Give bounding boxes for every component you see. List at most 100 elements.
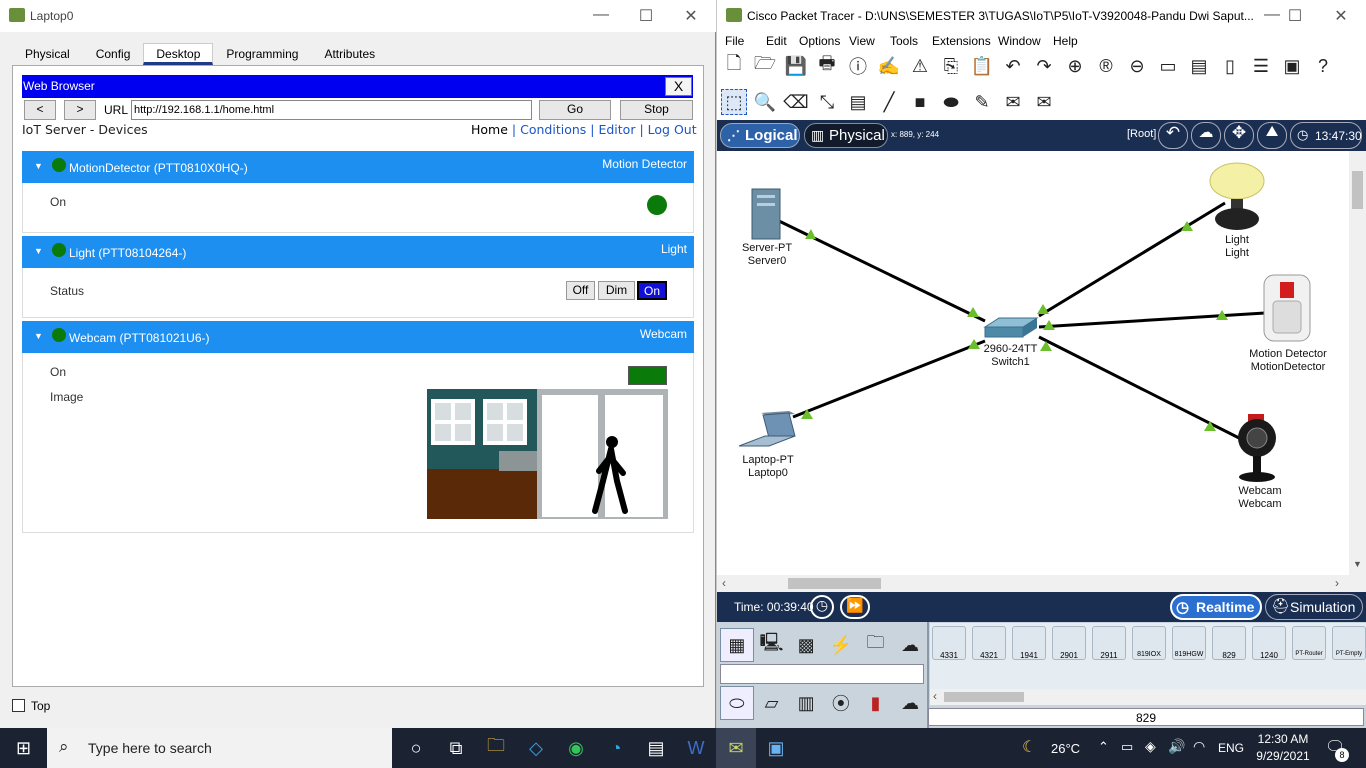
wizard-icon[interactable]: ✍	[876, 53, 902, 79]
zoom-out-icon[interactable]: ⊖	[1124, 53, 1150, 79]
paste-icon[interactable]: 📋	[969, 53, 995, 79]
editor-link[interactable]: Editor	[598, 122, 635, 137]
edge-icon[interactable]: ◔	[596, 728, 636, 768]
cloud-icon[interactable]: ☁	[1191, 122, 1221, 149]
url-input[interactable]: http://192.168.1.1/home.html	[131, 100, 532, 120]
tab-physical[interactable]: Physical	[12, 43, 83, 65]
menu-file[interactable]: File	[725, 34, 766, 48]
antivirus-icon[interactable]: ◈	[1145, 738, 1156, 755]
menu-view[interactable]: View	[849, 34, 890, 48]
note-icon[interactable]: ▤	[845, 89, 871, 115]
open-folder-icon[interactable]: 🗁	[752, 53, 778, 79]
tab-programming[interactable]: Programming	[213, 43, 311, 65]
taskbar-search[interactable]: ⌕ Type here to search	[47, 728, 392, 768]
save-icon[interactable]: 💾	[783, 53, 809, 79]
device-1941[interactable]: 1941	[1012, 626, 1046, 660]
switches-icon[interactable]: ▱	[755, 686, 789, 720]
device-pt-router[interactable]: PT-Router	[1292, 626, 1326, 660]
select-icon[interactable]: ⬚	[721, 89, 747, 115]
back-button[interactable]: <	[24, 100, 56, 120]
go-button[interactable]: Go	[539, 100, 611, 120]
device-header-webcam[interactable]: ▼ Webcam (PTT081021U6-) Webcam	[22, 321, 694, 353]
scroll-left-icon[interactable]: ‹	[933, 689, 937, 703]
realtime-button[interactable]: ◷ Realtime	[1170, 594, 1262, 620]
connections-icon[interactable]: ⚡	[824, 628, 858, 662]
custom-device-icon[interactable]: ▤	[1186, 53, 1212, 79]
task-view-icon[interactable]: ⧉	[436, 728, 476, 768]
maximize-icon[interactable]: ☐	[1272, 6, 1318, 26]
tab-attributes[interactable]: Attributes	[311, 43, 388, 65]
wan-emulation-icon[interactable]: ☁	[893, 686, 927, 720]
pdf-reader-icon[interactable]: ▤	[636, 728, 676, 768]
redo-icon[interactable]: ↷	[1031, 53, 1057, 79]
rectangle-icon[interactable]: ■	[907, 89, 933, 115]
security-icon[interactable]: ▮	[859, 686, 893, 720]
light-off-button[interactable]: Off	[566, 281, 595, 300]
scroll-down-icon[interactable]: ▼	[1353, 559, 1362, 569]
whatsapp-icon[interactable]: ◉	[556, 728, 596, 768]
scroll-right-icon[interactable]: ›	[1335, 576, 1339, 590]
logout-link[interactable]: Log Out	[648, 122, 697, 137]
vertical-scroll-thumb[interactable]	[1352, 171, 1363, 209]
simple-pdu-icon[interactable]: ✉	[1000, 89, 1026, 115]
menu-options[interactable]: Options	[799, 34, 849, 48]
forward-button[interactable]: >	[64, 100, 96, 120]
vertical-scrollbar[interactable]: ▼	[1349, 151, 1366, 575]
packet-tracer-taskbar-icon[interactable]: ✉	[716, 728, 756, 768]
wifi-icon[interactable]: ◠	[1193, 738, 1205, 755]
help-icon[interactable]: ?	[1310, 53, 1336, 79]
horizontal-scroll-thumb[interactable]	[788, 578, 881, 589]
device-4321[interactable]: 4321	[972, 626, 1006, 660]
language-indicator[interactable]: ENG	[1218, 741, 1244, 755]
device-pt-empty[interactable]: PT-Empty	[1332, 626, 1366, 660]
copy-icon[interactable]: ⎘	[938, 53, 964, 79]
home-link[interactable]: Home	[471, 122, 508, 137]
weather-temp[interactable]: 26°C	[1051, 741, 1080, 756]
move-icon[interactable]: ✥	[1224, 122, 1254, 149]
reset-time-icon[interactable]: ◷	[810, 595, 834, 619]
device-4331[interactable]: 4331	[932, 626, 966, 660]
device-header-motion[interactable]: ▼ MotionDetector (PTT0810X0HQ-) Motion D…	[22, 151, 694, 183]
activity-icon[interactable]: ⚠	[907, 53, 933, 79]
minimize-icon[interactable]: —	[578, 6, 624, 24]
device-2901[interactable]: 2901	[1052, 626, 1086, 660]
menu-edit[interactable]: Edit	[766, 34, 799, 48]
category-search-field[interactable]	[720, 664, 924, 684]
network-devices-icon[interactable]: ▦	[720, 628, 754, 662]
maximize-icon[interactable]: ☐	[623, 6, 669, 26]
routers-icon[interactable]: ⬭	[720, 686, 754, 720]
device-819iox[interactable]: 819IOX	[1132, 626, 1166, 660]
notes-icon[interactable]: ▯	[1217, 53, 1243, 79]
word-icon[interactable]: W	[676, 728, 716, 768]
photos-icon[interactable]: ▣	[756, 728, 796, 768]
wireless-icon[interactable]: ⦿	[824, 686, 858, 720]
multiuser-icon[interactable]: ☁	[893, 628, 927, 662]
end-devices-icon[interactable]: 🖳	[755, 628, 789, 662]
taskbar-clock[interactable]: 12:30 AM 9/29/2021	[1252, 731, 1314, 765]
device-1240[interactable]: 1240	[1252, 626, 1286, 660]
light-on-button[interactable]: On	[637, 281, 667, 300]
tab-config[interactable]: Config	[83, 43, 144, 65]
ellipse-icon[interactable]: ⬬	[938, 89, 964, 115]
stop-button[interactable]: Stop	[620, 100, 693, 120]
components-icon[interactable]: ▩	[789, 628, 823, 662]
device-header-light[interactable]: ▼ Light (PTT08104264-) Light	[22, 236, 694, 268]
inspect-icon[interactable]: 🔍	[752, 89, 778, 115]
hubs-icon[interactable]: ▥	[789, 686, 823, 720]
conditions-link[interactable]: Conditions	[520, 122, 586, 137]
light-dim-button[interactable]: Dim	[598, 281, 635, 300]
clock-button[interactable]: ◷ 13:47:30	[1290, 122, 1362, 149]
complex-pdu-icon[interactable]: ✉	[1031, 89, 1057, 115]
logical-tab[interactable]: ⋰ Logical	[720, 123, 800, 148]
weather-icon[interactable]: ☾	[1022, 737, 1036, 757]
menu-window[interactable]: Window	[998, 34, 1053, 48]
camera-icon[interactable]: ▣	[1279, 53, 1305, 79]
cortana-icon[interactable]: ○	[396, 728, 436, 768]
device-829[interactable]: 829	[1212, 626, 1246, 660]
close-icon[interactable]: ✕	[1318, 6, 1364, 26]
vscode-icon[interactable]: ◇	[516, 728, 556, 768]
battery-icon[interactable]: ▭	[1121, 739, 1133, 755]
undo-icon[interactable]: ↶	[1000, 53, 1026, 79]
browser-close-button[interactable]: X	[665, 77, 692, 96]
line-icon[interactable]: ╱	[876, 89, 902, 115]
